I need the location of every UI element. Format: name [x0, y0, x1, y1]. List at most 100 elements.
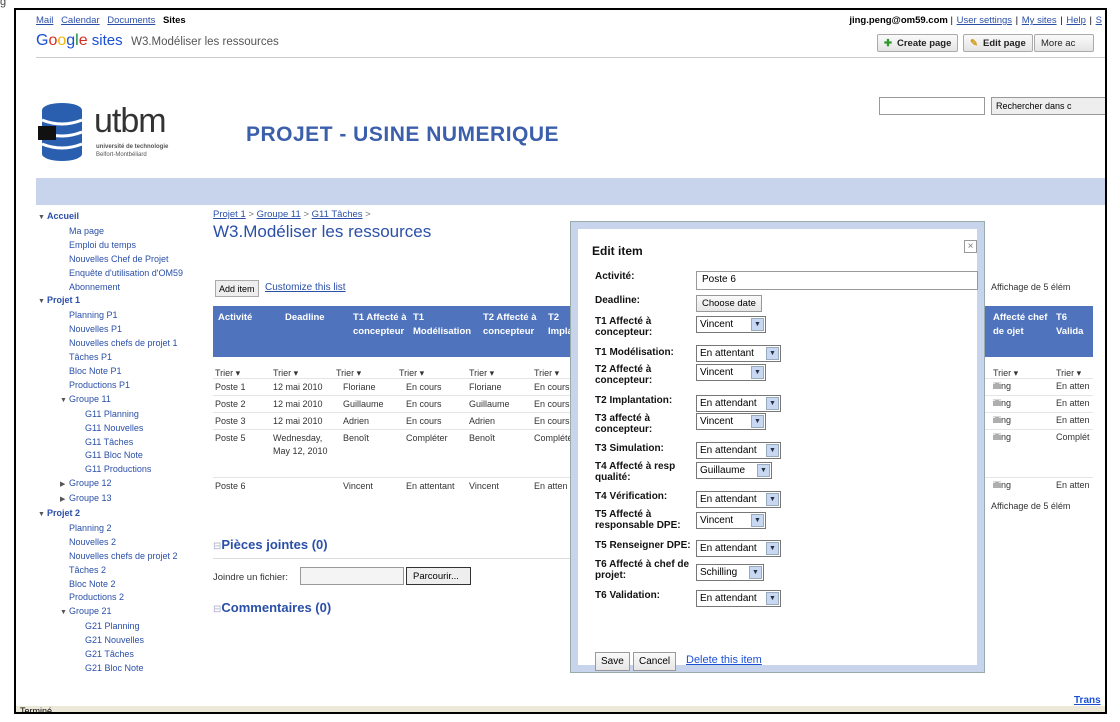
sidebar-item[interactable]: ▶ Groupe 13 [38, 492, 214, 507]
attachments-heading[interactable]: ⊟Pièces jointes (0) [213, 537, 328, 552]
edit-page-button[interactable]: ✎ Edit page [963, 34, 1033, 52]
help-link[interactable]: Help [1066, 15, 1086, 26]
field-select[interactable]: En attendant ▼ [696, 442, 781, 459]
nav-documents-link[interactable]: Documents [107, 15, 155, 26]
save-button[interactable]: Save [595, 652, 630, 671]
sidebar-item-label: G11 Tâches [85, 436, 134, 447]
more-actions-button[interactable]: More ac [1034, 34, 1094, 52]
expand-triangle-icon[interactable]: ▼ [60, 606, 69, 620]
field-select[interactable]: Vincent ▼ [696, 364, 766, 381]
field-select[interactable]: En attendant ▼ [696, 395, 781, 412]
sidebar-item[interactable]: G11 Nouvelles [38, 422, 214, 436]
sidebar-item-label: G21 Tâches [85, 649, 134, 660]
create-page-button[interactable]: ✚ Create page [877, 34, 959, 52]
column-header[interactable]: T1 Modélisation [413, 311, 479, 339]
user-settings-link[interactable]: User settings [957, 15, 1012, 26]
sidebar-item[interactable]: Emploi du temps [38, 239, 214, 253]
field-select[interactable]: Guillaume ▼ [696, 462, 772, 479]
file-input[interactable] [300, 567, 404, 585]
sidebar-item[interactable]: G21 Nouvelles [38, 634, 214, 648]
field-select[interactable]: Vincent ▼ [696, 316, 766, 333]
expand-triangle-icon[interactable]: ▶ [60, 493, 69, 507]
site-search-input[interactable] [879, 97, 985, 115]
customize-list-link[interactable]: Customize this list [265, 282, 346, 293]
page-title: W3.Modéliser les ressources [213, 222, 432, 241]
sidebar-item[interactable]: Productions 2 [38, 591, 214, 605]
sign-out-link[interactable]: S [1096, 15, 1102, 26]
sidebar-item-label: G11 Nouvelles [85, 422, 144, 433]
sidebar-item[interactable]: Tâches P1 [38, 351, 214, 365]
sidebar-item[interactable]: Planning P1 [38, 309, 214, 323]
nav-calendar-link[interactable]: Calendar [61, 15, 100, 26]
breadcrumb-sep: > [303, 209, 309, 220]
site-search-button[interactable]: Rechercher dans c [991, 97, 1105, 115]
expand-triangle-icon[interactable]: ▼ [60, 394, 69, 408]
my-sites-link[interactable]: My sites [1022, 15, 1057, 26]
sidebar-item[interactable]: Nouvelles chefs de projet 1 [38, 337, 214, 351]
comments-heading[interactable]: ⊟Commentaires (0) [213, 600, 331, 615]
sidebar-item[interactable]: Enquête d'utilisation d'OM59 [38, 267, 214, 281]
sidebar-item[interactable]: G21 Planning [38, 620, 214, 634]
close-icon[interactable]: × [964, 240, 977, 253]
sidebar-item[interactable]: Nouvelles 2 [38, 536, 214, 550]
nav-mail-link[interactable]: Mail [36, 15, 53, 26]
browse-button[interactable]: Parcourir... [406, 567, 471, 585]
column-header[interactable]: Activité [218, 311, 278, 325]
table-cell[interactable]: Poste 3 [215, 415, 270, 428]
sidebar-item[interactable]: Nouvelles chefs de projet 2 [38, 550, 214, 564]
sidebar-item[interactable]: G11 Tâches [38, 436, 214, 450]
field-select[interactable]: En attentant ▼ [696, 345, 781, 362]
field-select[interactable]: Vincent ▼ [696, 512, 766, 529]
table-cell[interactable]: Poste 1 [215, 381, 270, 394]
sidebar-item[interactable]: ▼ Groupe 21 [38, 605, 214, 620]
sidebar-item[interactable]: G11 Productions [38, 463, 214, 477]
sidebar-item[interactable]: G11 Planning [38, 408, 214, 422]
delete-item-link[interactable]: Delete this item [686, 654, 762, 666]
expand-triangle-icon[interactable]: ▼ [38, 211, 47, 225]
column-header[interactable]: Affecté chef de ojet [993, 311, 1053, 339]
table-cell[interactable]: Poste 6 [215, 480, 270, 493]
column-header[interactable]: T2 Affecté à concepteur [483, 311, 543, 339]
field-control: Choose date [696, 295, 762, 312]
breadcrumb-projet-1[interactable]: Projet 1 [213, 209, 246, 220]
sidebar-item[interactable]: ▼ Groupe 11 [38, 393, 214, 408]
sidebar-item[interactable]: Bloc Note 2 [38, 578, 214, 592]
table-cell[interactable]: Poste 2 [215, 398, 270, 411]
sidebar-item[interactable]: ▼ Projet 2 [38, 507, 214, 522]
sidebar-item[interactable]: Tâches 2 [38, 564, 214, 578]
field-select[interactable]: En attendant ▼ [696, 590, 781, 607]
column-header[interactable]: Deadline [285, 311, 347, 325]
translate-link[interactable]: Trans [1074, 695, 1101, 706]
google-sites-brand[interactable]: Google sites W3.Modéliser les ressources [36, 32, 279, 50]
column-header[interactable]: T6 Valida [1056, 311, 1093, 339]
expand-triangle-icon[interactable]: ▼ [38, 508, 47, 522]
sidebar-item[interactable]: Ma page [38, 225, 214, 239]
sidebar-item[interactable]: Productions P1 [38, 379, 214, 393]
sidebar-item[interactable]: G21 Bloc Note [38, 662, 214, 676]
breadcrumb-g11-taches[interactable]: G11 Tâches [312, 209, 363, 220]
breadcrumb-groupe-11[interactable]: Groupe 11 [257, 209, 301, 220]
sidebar-item[interactable]: ▶ Groupe 12 [38, 477, 214, 492]
field-select[interactable]: Schilling ▼ [696, 564, 764, 581]
sidebar-item[interactable]: Nouvelles Chef de Projet [38, 253, 214, 267]
activite-input[interactable]: Poste 6 [696, 271, 978, 290]
column-header[interactable]: T1 Affecté à concepteur [353, 311, 409, 339]
sidebar-item[interactable]: Bloc Note P1 [38, 365, 214, 379]
sidebar-item[interactable]: G21 Tâches [38, 648, 214, 662]
field-select[interactable]: En attendant ▼ [696, 491, 781, 508]
cancel-button[interactable]: Cancel [633, 652, 677, 671]
field-select[interactable]: En attendant ▼ [696, 540, 781, 557]
table-cell[interactable]: Poste 5 [215, 432, 270, 445]
choose-date-button[interactable]: Choose date [696, 295, 762, 312]
sidebar-item[interactable]: G11 Bloc Note [38, 449, 214, 463]
attach-file-label: Joindre un fichier: [213, 572, 288, 583]
expand-triangle-icon[interactable]: ▼ [38, 295, 47, 309]
expand-triangle-icon[interactable]: ▶ [60, 478, 69, 492]
sidebar-item[interactable]: ▼ Projet 1 [38, 294, 214, 309]
add-item-button[interactable]: Add item [215, 280, 259, 297]
sidebar-item[interactable]: Planning 2 [38, 522, 214, 536]
field-select[interactable]: Vincent ▼ [696, 413, 766, 430]
sidebar-item[interactable]: Abonnement [38, 281, 214, 295]
sidebar-item[interactable]: ▼ Accueil [38, 210, 214, 225]
sidebar-item[interactable]: Nouvelles P1 [38, 323, 214, 337]
